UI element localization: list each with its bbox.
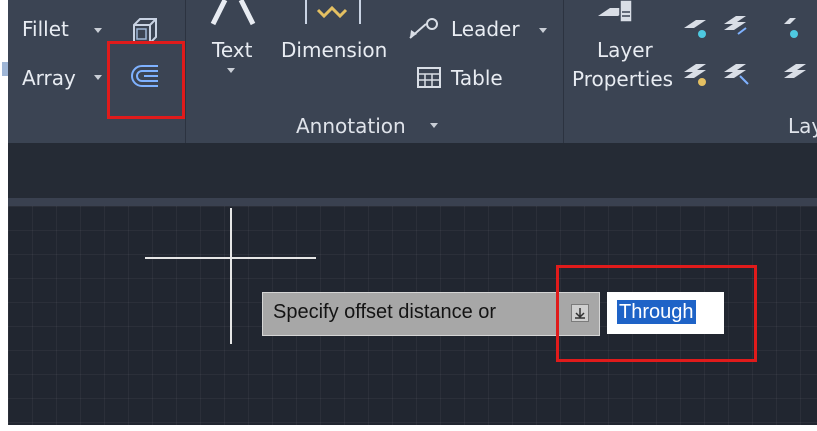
text-dropdown-caret[interactable]: [227, 68, 235, 73]
prompt-text: Specify offset distance or: [273, 301, 497, 323]
text-button[interactable]: Text: [212, 38, 252, 62]
annotation-panel-caret[interactable]: [430, 123, 438, 128]
table-button[interactable]: Table: [451, 66, 503, 90]
layer-properties-icon[interactable]: [596, 0, 636, 28]
ribbon-separator: [185, 0, 186, 143]
text-tool-icon[interactable]: [207, 0, 259, 26]
dynamic-input-prompt: Specify offset distance or: [262, 292, 600, 336]
layer-tool-4-icon: [684, 64, 706, 86]
table-icon[interactable]: [416, 66, 442, 90]
layer-properties-label-line2[interactable]: Properties: [572, 67, 673, 91]
dimension-button[interactable]: Dimension: [281, 38, 387, 62]
ribbon-separator: [563, 0, 564, 143]
layer-tool-3-icon: [784, 18, 798, 38]
bottom-edge: [0, 425, 817, 431]
viewport-border: [8, 198, 817, 206]
partial-array-icon[interactable]: [0, 58, 14, 80]
offset-tool-highlight: [107, 41, 185, 119]
annotation-panel-label[interactable]: Annotation: [296, 114, 406, 138]
leader-dropdown-caret[interactable]: [539, 28, 547, 33]
layer-properties-label-line1[interactable]: Layer: [597, 38, 653, 62]
input-highlight: [556, 265, 757, 362]
dimension-icon[interactable]: [302, 0, 366, 28]
layer-tool-5-icon: [724, 64, 749, 85]
file-tab-bar: [8, 143, 817, 198]
fillet-button[interactable]: Fillet: [22, 17, 69, 41]
layer-tool-1-icon: [684, 20, 706, 38]
array-dropdown-caret[interactable]: [94, 75, 102, 80]
leader-button[interactable]: Leader: [451, 17, 520, 41]
crosshair-vertical: [230, 208, 232, 344]
layer-tool-2-icon: [724, 16, 747, 35]
layers-panel-label[interactable]: Lay: [788, 114, 817, 138]
layer-tools-icons: [684, 16, 806, 86]
crosshair-horizontal: [145, 257, 316, 259]
fillet-dropdown-caret[interactable]: [94, 28, 102, 33]
array-button[interactable]: Array: [22, 66, 76, 90]
layer-tool-6-icon: [784, 64, 806, 78]
leader-icon[interactable]: [406, 16, 446, 42]
autocad-screen: Fillet Array Text Dimension Leader Table: [0, 0, 817, 431]
